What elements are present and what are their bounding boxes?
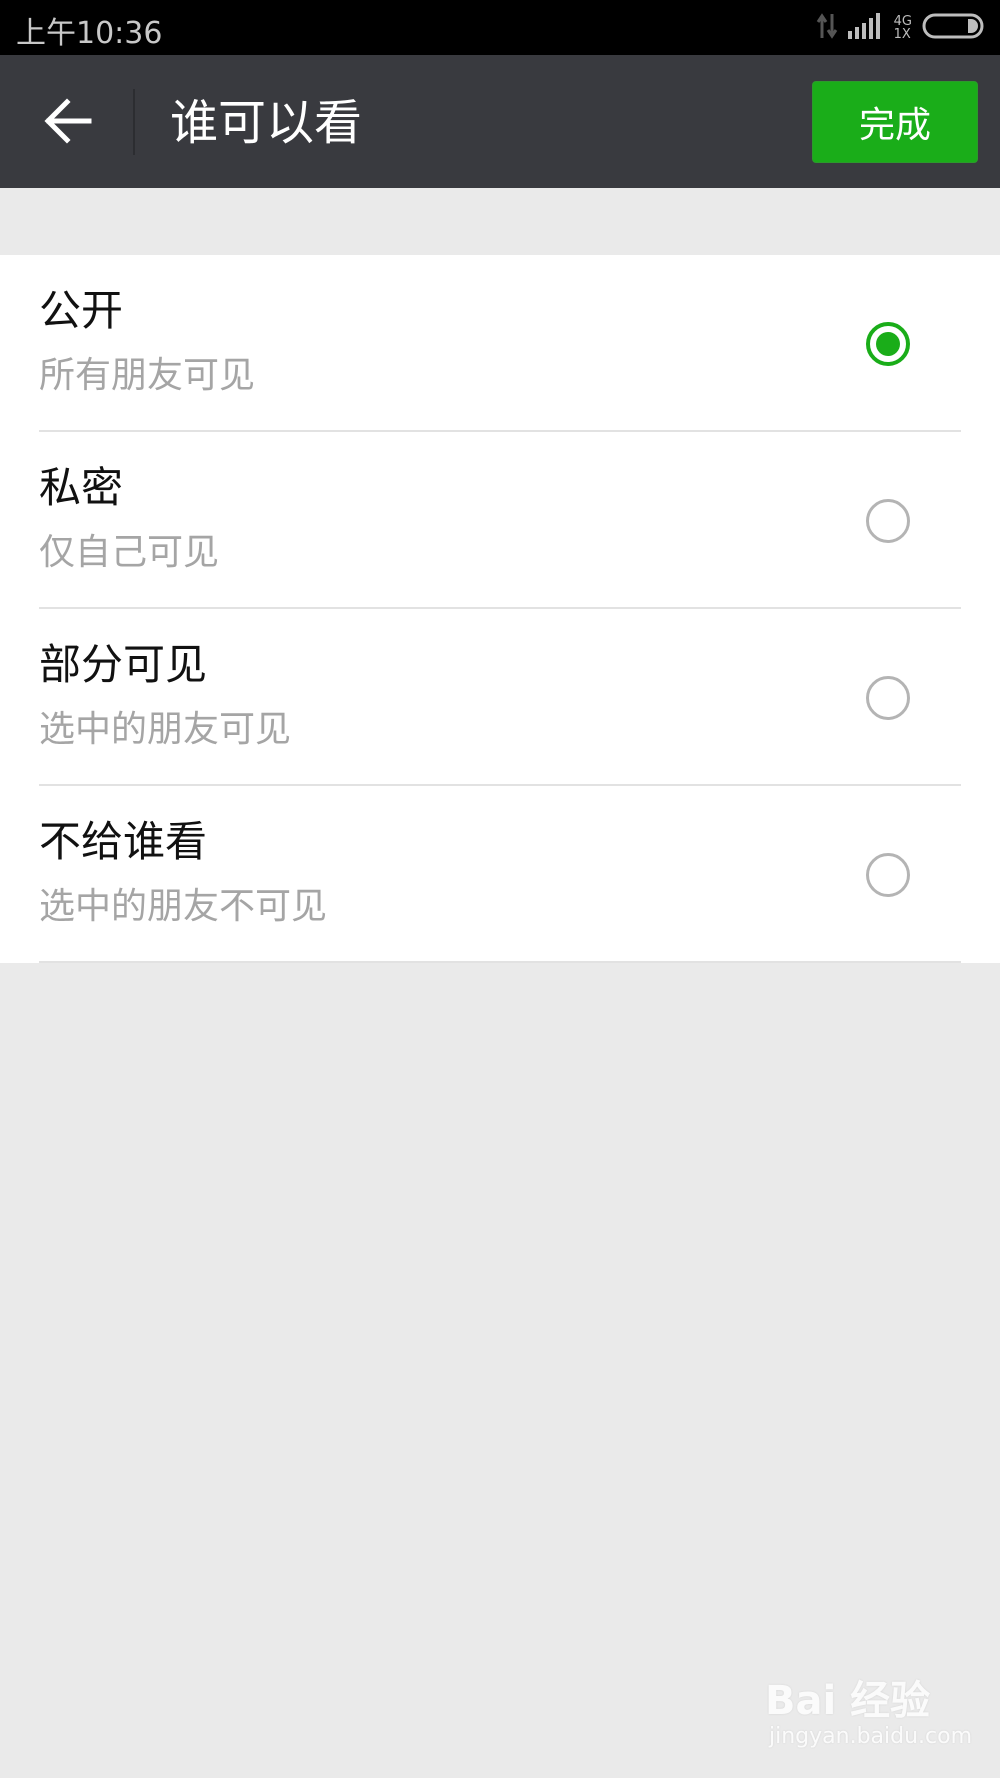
visibility-options-list: 公开 所有朋友可见 私密 仅自己可见 部分可见 选中的朋友可见 不给谁看 选中的… xyxy=(0,255,1000,963)
option-hide-from[interactable]: 不给谁看 选中的朋友不可见 xyxy=(0,786,1000,963)
option-subtitle: 所有朋友可见 xyxy=(39,355,256,396)
back-button[interactable] xyxy=(28,91,108,155)
network-type-label: 4G 1X xyxy=(894,15,912,41)
option-public[interactable]: 公开 所有朋友可见 xyxy=(0,255,1000,432)
status-bar: 上午10:36 4G 1X xyxy=(0,0,1000,55)
network-type-bottom: 1X xyxy=(893,27,911,42)
status-icons: 4G 1X xyxy=(806,12,986,44)
toolbar: 谁可以看 完成 xyxy=(0,55,1000,188)
radio-checked-icon[interactable] xyxy=(866,322,910,366)
option-subtitle: 仅自己可见 xyxy=(39,532,220,573)
option-private[interactable]: 私密 仅自己可见 xyxy=(0,432,1000,609)
divider xyxy=(39,961,961,963)
toolbar-divider xyxy=(133,89,135,155)
option-title: 私密 xyxy=(39,463,124,512)
option-partially-visible[interactable]: 部分可见 选中的朋友可见 xyxy=(0,609,1000,786)
option-title: 公开 xyxy=(39,286,124,335)
data-transfer-icon xyxy=(816,12,838,44)
option-subtitle: 选中的朋友不可见 xyxy=(39,886,328,927)
page-title: 谁可以看 xyxy=(170,95,363,151)
status-time: 上午10:36 xyxy=(16,16,163,51)
baidu-jingyan-watermark: Bai 经验 jingyan.baidu.com xyxy=(765,1668,972,1758)
done-button[interactable]: 完成 xyxy=(812,81,978,163)
radio-unchecked-icon[interactable] xyxy=(866,853,910,897)
arrow-left-icon xyxy=(43,98,93,148)
battery-icon xyxy=(922,12,986,44)
option-subtitle: 选中的朋友可见 xyxy=(39,709,292,750)
watermark-brand: Bai 经验 xyxy=(765,1678,931,1724)
option-title: 部分可见 xyxy=(39,640,208,689)
watermark-url: jingyan.baidu.com xyxy=(769,1724,973,1749)
radio-unchecked-icon[interactable] xyxy=(866,499,910,543)
option-title: 不给谁看 xyxy=(39,817,208,866)
radio-unchecked-icon[interactable] xyxy=(866,676,910,720)
signal-icon xyxy=(847,13,884,43)
